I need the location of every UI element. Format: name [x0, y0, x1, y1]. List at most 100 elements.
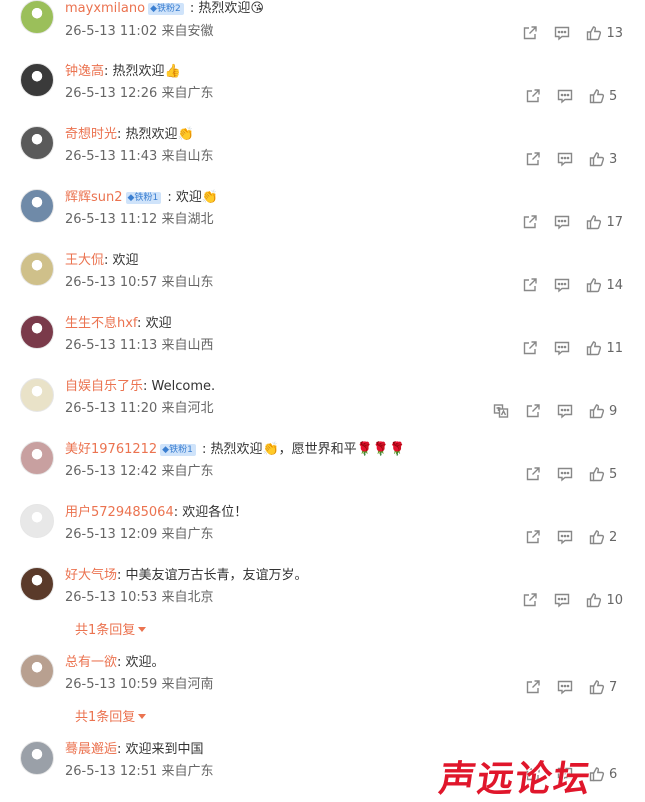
- username-link[interactable]: 钟逸高: [65, 64, 104, 79]
- avatar[interactable]: [20, 63, 54, 97]
- translate-icon[interactable]: [493, 403, 509, 419]
- username-link[interactable]: 美好19761212: [65, 442, 157, 457]
- comment-text: 中美友谊万古长青，友谊万岁。: [125, 568, 308, 583]
- comment-body: 蓦晨邂逅: 欢迎来到中国: [65, 742, 204, 758]
- share-icon[interactable]: [525, 151, 541, 167]
- username-link[interactable]: 生生不息hxf: [65, 316, 137, 331]
- colon-separator: :: [163, 190, 176, 205]
- comment-meta: 26-5-13 10:59 来自河南: [65, 677, 213, 693]
- comment-body: 钟逸高: 热烈欢迎👍: [65, 64, 181, 80]
- comment-icon[interactable]: [554, 277, 570, 293]
- comment-icon[interactable]: [557, 88, 573, 104]
- like-button[interactable]: 7: [589, 679, 623, 695]
- colon-separator: :: [104, 64, 113, 79]
- like-button[interactable]: 6: [589, 766, 623, 782]
- comment-location: 来自山东: [157, 149, 214, 164]
- comment-icon[interactable]: [554, 340, 570, 356]
- comment-icon[interactable]: [557, 466, 573, 482]
- thumbs-up-icon: [589, 403, 605, 419]
- colon-separator: :: [173, 505, 183, 520]
- comment-body: 总有一欲: 欢迎。: [65, 655, 165, 671]
- username-link[interactable]: 自娱自乐了乐: [65, 379, 143, 394]
- comment-icon[interactable]: [557, 151, 573, 167]
- avatar[interactable]: [20, 567, 54, 601]
- username-link[interactable]: mayxmilano: [65, 1, 145, 16]
- share-icon[interactable]: [522, 25, 538, 41]
- avatar[interactable]: [20, 252, 54, 286]
- comment-icon[interactable]: [557, 403, 573, 419]
- share-icon[interactable]: [525, 529, 541, 545]
- comment-text: 热烈欢迎👍: [112, 64, 181, 79]
- avatar[interactable]: [20, 0, 54, 34]
- comment-icon[interactable]: [557, 529, 573, 545]
- thumbs-up-icon: [586, 214, 602, 230]
- share-icon[interactable]: [522, 592, 538, 608]
- like-button[interactable]: 2: [589, 529, 623, 545]
- comment-actions: 13: [522, 24, 623, 42]
- username-link[interactable]: 王大侃: [65, 253, 104, 268]
- share-icon[interactable]: [522, 214, 538, 230]
- thumbs-up-icon: [589, 151, 605, 167]
- avatar[interactable]: [20, 741, 54, 775]
- comment-date: 26-5-13 10:53: [65, 590, 158, 605]
- comment-meta: 26-5-13 10:53 来自北京: [65, 590, 213, 606]
- comment-body: 美好19761212 ◆铁粉1 : 热烈欢迎👏，愿世界和平🌹🌹🌹: [65, 442, 405, 458]
- like-button[interactable]: 3: [589, 151, 623, 167]
- share-icon[interactable]: [525, 403, 541, 419]
- colon-separator: :: [104, 253, 113, 268]
- comment-meta: 26-5-13 11:20 来自河北: [65, 401, 213, 417]
- avatar[interactable]: [20, 504, 54, 538]
- like-button[interactable]: 9: [589, 403, 623, 419]
- comment-icon[interactable]: [554, 592, 570, 608]
- comment-location: 来自安徽: [157, 24, 214, 39]
- fan-badge: ◆铁粉1: [160, 444, 196, 456]
- like-button[interactable]: 14: [586, 277, 623, 293]
- username-link[interactable]: 奇想时光: [65, 127, 117, 142]
- comment-icon[interactable]: [557, 679, 573, 695]
- comment-actions: 2: [525, 528, 623, 546]
- like-count: 10: [606, 592, 623, 608]
- comment-icon[interactable]: [554, 214, 570, 230]
- comment-location: 来自广东: [157, 464, 214, 479]
- view-replies-link[interactable]: 共1条回复: [75, 706, 147, 725]
- comment-body: 王大侃: 欢迎: [65, 253, 139, 269]
- username-link[interactable]: 总有一欲: [65, 655, 117, 670]
- username-link[interactable]: 蓦晨邂逅: [65, 742, 117, 757]
- avatar[interactable]: [20, 189, 54, 223]
- comment-actions: 17: [522, 213, 623, 231]
- share-icon[interactable]: [525, 466, 541, 482]
- share-icon[interactable]: [522, 340, 538, 356]
- username-link[interactable]: 辉辉sun2: [65, 190, 123, 205]
- comment-date: 26-5-13 11:02: [65, 24, 158, 39]
- comment-date: 26-5-13 12:09: [65, 527, 158, 542]
- like-button[interactable]: 5: [589, 466, 623, 482]
- comment-meta: 26-5-13 11:12 来自湖北: [65, 212, 213, 228]
- comment-date: 26-5-13 11:12: [65, 212, 158, 227]
- share-icon[interactable]: [525, 88, 541, 104]
- comment-text: 热烈欢迎😘: [198, 1, 264, 16]
- like-button[interactable]: 10: [586, 592, 623, 608]
- like-button[interactable]: 11: [586, 340, 623, 356]
- like-count: 7: [609, 679, 618, 695]
- like-count: 13: [606, 25, 623, 41]
- share-icon[interactable]: [522, 277, 538, 293]
- fan-badge: ◆铁粉2: [148, 3, 184, 15]
- like-button[interactable]: 5: [589, 88, 623, 104]
- comment-location: 来自湖北: [157, 212, 214, 227]
- like-button[interactable]: 13: [586, 25, 623, 41]
- avatar[interactable]: [20, 441, 54, 475]
- comment-icon[interactable]: [554, 25, 570, 41]
- avatar[interactable]: [20, 315, 54, 349]
- username-link[interactable]: 用户5729485064: [65, 505, 174, 520]
- comment-date: 26-5-13 12:42: [65, 464, 158, 479]
- comment-meta: 26-5-13 12:51 来自广东: [65, 764, 213, 780]
- comment-body: 好大气场: 中美友谊万古长青，友谊万岁。: [65, 568, 308, 584]
- thumbs-up-icon: [589, 679, 605, 695]
- username-link[interactable]: 好大气场: [65, 568, 117, 583]
- avatar[interactable]: [20, 126, 54, 160]
- avatar[interactable]: [20, 378, 54, 412]
- avatar[interactable]: [20, 654, 54, 688]
- like-button[interactable]: 17: [586, 214, 623, 230]
- share-icon[interactable]: [525, 679, 541, 695]
- view-replies-link[interactable]: 共1条回复: [75, 619, 147, 638]
